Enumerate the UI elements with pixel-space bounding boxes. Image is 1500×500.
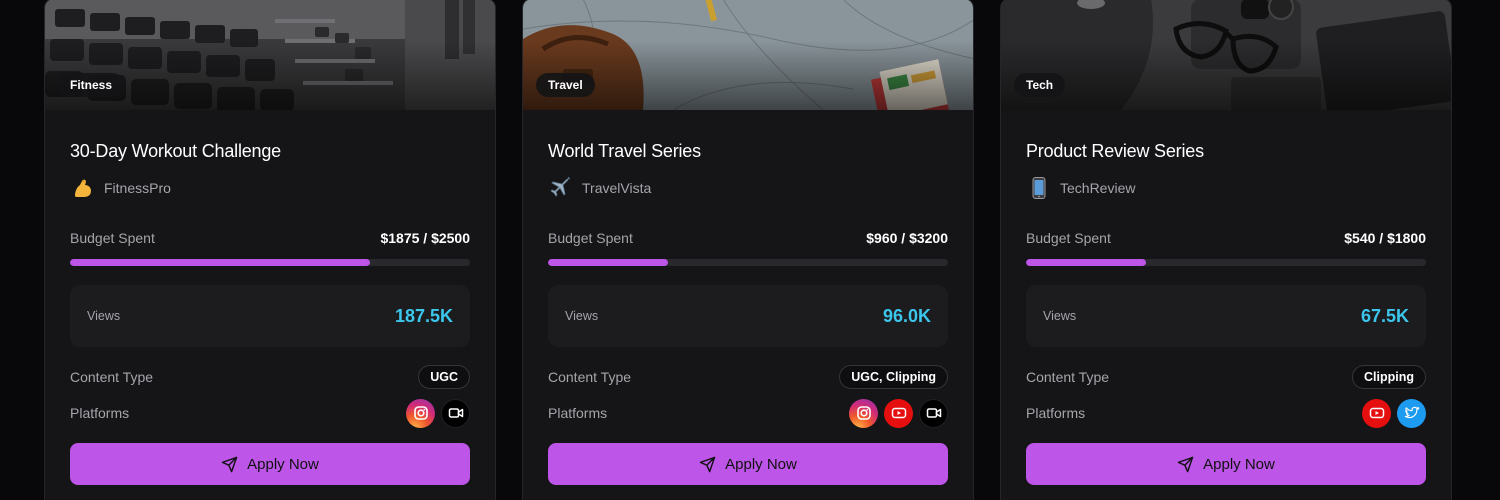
budget-row: Budget Spent $1875 / $2500: [70, 228, 470, 248]
views-label: Views: [565, 309, 599, 323]
content-type-label: Content Type: [70, 369, 154, 385]
budget-label: Budget Spent: [548, 230, 633, 246]
budget-progress-bar: [1026, 259, 1426, 266]
apply-now-button[interactable]: Apply Now: [548, 443, 948, 485]
campaign-title: 30-Day Workout Challenge: [70, 141, 281, 161]
views-panel: Views 67.5K: [1026, 285, 1426, 347]
campaign-image: Fitness: [45, 0, 495, 110]
flexed-biceps-icon: [70, 175, 96, 201]
platforms-row: Platforms: [548, 398, 948, 428]
content-type-badge: Clipping: [1352, 365, 1426, 389]
platform-icons: [849, 398, 948, 428]
campaign-card[interactable]: Fitness 30-Day Workout Challenge Fitness…: [44, 0, 496, 500]
campaign-card[interactable]: Tech Product Review Series TechReview Bu…: [1000, 0, 1452, 500]
campaign-image: Travel: [523, 0, 973, 110]
budget-label: Budget Spent: [1026, 230, 1111, 246]
platform-icons: [1362, 398, 1426, 428]
budget-progress-fill: [548, 259, 668, 266]
youtube-icon: [1362, 398, 1391, 428]
budget-progress-bar: [70, 259, 470, 266]
brand-row: TravelVista: [548, 175, 948, 201]
content-type-badge: UGC, Clipping: [839, 365, 948, 389]
brand-name: TravelVista: [582, 180, 652, 196]
budget-value: $960 / $3200: [866, 230, 948, 246]
twitter-icon: [1397, 398, 1426, 428]
campaign-image: Tech: [1001, 0, 1451, 110]
apply-now-label: Apply Now: [247, 455, 319, 473]
platforms-row: Platforms: [70, 398, 470, 428]
content-type-label: Content Type: [548, 369, 632, 385]
platforms-label: Platforms: [1026, 405, 1086, 421]
campaign-card[interactable]: Travel World Travel Series TravelVista B…: [522, 0, 974, 500]
instagram-icon: [406, 398, 435, 428]
budget-row: Budget Spent $540 / $1800: [1026, 228, 1426, 248]
send-icon: [1177, 456, 1194, 472]
views-label: Views: [87, 309, 121, 323]
send-icon: [699, 456, 716, 472]
budget-progress-bar: [548, 259, 948, 266]
platforms-row: Platforms: [1026, 398, 1426, 428]
apply-now-button[interactable]: Apply Now: [1026, 443, 1426, 485]
views-panel: Views 96.0K: [548, 285, 948, 347]
content-type-badge: UGC: [418, 365, 470, 389]
views-value: 67.5K: [1360, 305, 1409, 326]
views-value: 96.0K: [882, 305, 931, 326]
category-badge: Tech: [1014, 73, 1066, 97]
apply-now-button[interactable]: Apply Now: [70, 443, 470, 485]
campaign-title: World Travel Series: [548, 141, 701, 161]
budget-label: Budget Spent: [70, 230, 155, 246]
platforms-label: Platforms: [548, 405, 608, 421]
views-label: Views: [1043, 309, 1077, 323]
brand-row: FitnessPro: [70, 175, 470, 201]
budget-progress-fill: [1026, 259, 1146, 266]
content-type-row: Content Type Clipping: [1026, 364, 1426, 390]
views-panel: Views 187.5K: [70, 285, 470, 347]
airplane-icon: [548, 175, 574, 201]
category-badge: Fitness: [58, 73, 125, 97]
campaign-grid: Fitness 30-Day Workout Challenge Fitness…: [0, 0, 1500, 500]
instagram-icon: [849, 398, 878, 428]
budget-row: Budget Spent $960 / $3200: [548, 228, 948, 248]
platform-icons: [406, 398, 470, 428]
category-badge: Travel: [536, 73, 595, 97]
budget-value: $1875 / $2500: [380, 230, 470, 246]
views-value: 187.5K: [394, 305, 453, 326]
brand-row: TechReview: [1026, 175, 1426, 201]
mobile-phone-icon: [1026, 175, 1052, 201]
platforms-label: Platforms: [70, 405, 130, 421]
campaign-title: Product Review Series: [1026, 141, 1204, 161]
video-icon: [919, 398, 948, 428]
budget-value: $540 / $1800: [1344, 230, 1426, 246]
video-icon: [441, 398, 470, 428]
content-type-label: Content Type: [1026, 369, 1110, 385]
brand-name: TechReview: [1060, 180, 1136, 196]
send-icon: [221, 456, 238, 472]
apply-now-label: Apply Now: [1203, 455, 1275, 473]
content-type-row: Content Type UGC: [70, 364, 470, 390]
brand-name: FitnessPro: [104, 180, 171, 196]
apply-now-label: Apply Now: [725, 455, 797, 473]
budget-progress-fill: [70, 259, 370, 266]
content-type-row: Content Type UGC, Clipping: [548, 364, 948, 390]
youtube-icon: [884, 398, 913, 428]
